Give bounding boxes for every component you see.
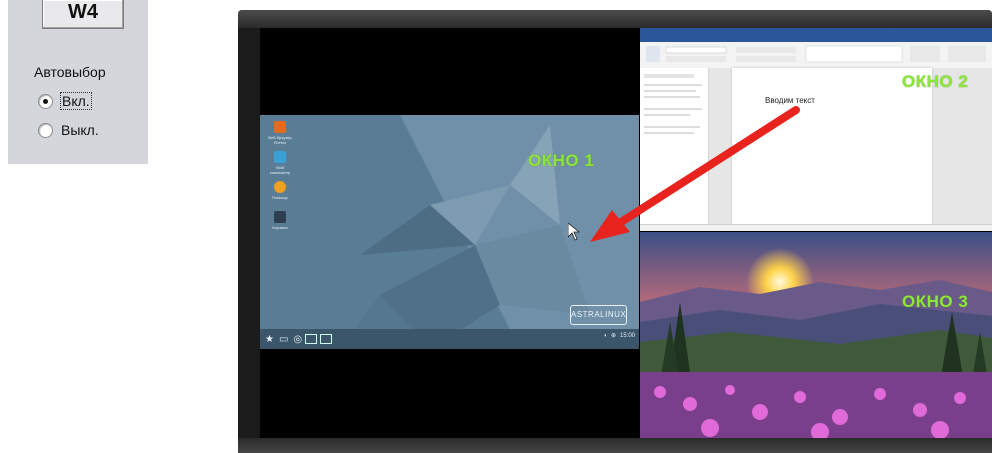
- firefox-icon: [274, 121, 286, 133]
- desktop-icon-trash[interactable]: Корзина: [266, 211, 294, 230]
- radio-off[interactable]: Выкл.: [38, 120, 158, 140]
- workspace-switcher[interactable]: [305, 334, 318, 344]
- workspace-switcher-2[interactable]: [320, 334, 333, 344]
- radio-on[interactable]: Вкл.: [38, 91, 158, 111]
- taskbar-files-icon[interactable]: ▭: [279, 334, 288, 345]
- start-star-icon[interactable]: ★: [265, 334, 274, 345]
- word-titlebar: [640, 28, 992, 36]
- tray-volume-icon[interactable]: ◖: [603, 333, 607, 339]
- radio-off-label: Выкл.: [61, 122, 99, 138]
- sunset-landscape-image: [640, 232, 992, 438]
- desktop-icon-browser[interactable]: Веб-браузер Firefox: [266, 121, 294, 145]
- help-lifebuoy-icon: [274, 181, 286, 193]
- word-ribbon-controls: [646, 45, 986, 63]
- desktop-icon-help[interactable]: Помощь: [266, 181, 294, 200]
- autoselect-panel: W4 Автовыбор Вкл. Выкл.: [8, 0, 148, 164]
- window-3-sunset-image[interactable]: ОКНО 3: [640, 232, 992, 438]
- computer-icon: [274, 151, 286, 163]
- tray-clock[interactable]: 15:00: [620, 333, 635, 339]
- radio-off-indicator[interactable]: [38, 122, 53, 138]
- astra-linux-logo: ASTRALINUX: [570, 305, 627, 325]
- word-ribbon[interactable]: [640, 42, 992, 69]
- w4-button[interactable]: W4: [42, 0, 124, 29]
- radio-on-label: Вкл.: [60, 92, 92, 110]
- trash-icon: [274, 211, 286, 223]
- autoselect-group-title: Автовыбор: [34, 64, 106, 80]
- desktop-icon-computer[interactable]: Мой компьютер: [266, 151, 294, 175]
- radio-on-indicator[interactable]: [38, 93, 53, 109]
- system-tray: ◖ ⊕ 15:00: [603, 332, 635, 340]
- window-3-label: ОКНО 3: [902, 292, 969, 311]
- tray-network-icon[interactable]: ⊕: [611, 332, 616, 339]
- monitor-bezel-bottom: [238, 438, 992, 453]
- astra-taskbar: ★ ▭ ◎ ◖ ⊕ 15:00: [260, 329, 639, 349]
- red-arrow-annotation: [590, 106, 800, 242]
- taskbar-browser-icon[interactable]: ◎: [293, 334, 302, 345]
- window-2-label: ОКНО 2: [902, 72, 969, 91]
- monitor-bezel-top: [238, 10, 992, 28]
- monitor: Веб-браузер Firefox Мой компьютер Помощь…: [238, 10, 992, 453]
- monitor-screen: Веб-браузер Firefox Мой компьютер Помощь…: [260, 28, 992, 438]
